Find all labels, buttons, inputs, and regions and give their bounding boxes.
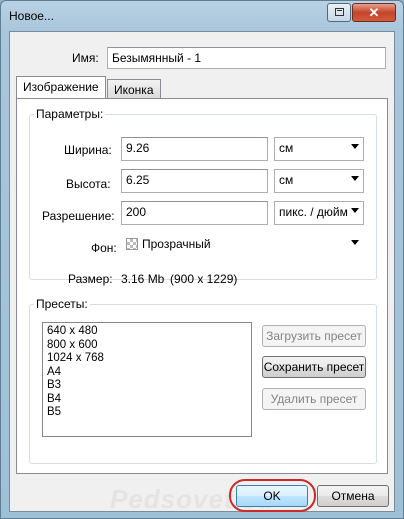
list-item[interactable]: A4 [47,366,247,380]
list-item[interactable]: B3 [47,379,247,393]
dialog-window: Новое... ✕ Имя: Безымянный - 1 Изображен… [0,0,404,519]
resolution-label: Разрешение: [42,209,115,223]
restore-icon [335,8,344,16]
dialog-body: Имя: Безымянный - 1 Изображение Иконка П… [9,31,395,514]
height-unit-select[interactable]: см [274,169,364,193]
size-value: 3.16 Mb [121,272,165,286]
width-input[interactable]: 9.26 [121,137,268,161]
tab-image[interactable]: Изображение [16,76,106,99]
background-value: Прозрачный [142,237,211,251]
background-label: Фон: [91,241,117,255]
close-icon: ✕ [368,5,380,20]
transparent-swatch-icon [126,238,138,250]
presets-group-title: Пресеты: [34,297,90,311]
list-item[interactable]: B4 [47,393,247,407]
list-item[interactable]: 800 x 600 [47,339,247,353]
width-label: Ширина: [64,143,112,157]
window-title: Новое... [9,9,54,23]
tab-panel: Параметры: Ширина: 9.26 см Высота: 6.25 … [16,98,388,474]
params-group-title: Параметры: [34,107,106,121]
cancel-button[interactable]: Отмена [317,485,389,507]
resolution-unit-select[interactable]: пикс. / дюйм [274,201,364,225]
width-unit-value: см [279,141,294,155]
chevron-down-icon [351,208,359,213]
load-preset-button[interactable]: Загрузить пресет [262,325,366,347]
list-item[interactable]: 1024 x 768 [47,352,247,366]
resolution-input[interactable]: 200 [121,201,268,225]
height-unit-value: см [279,173,294,187]
restore-button[interactable] [327,3,351,22]
close-button[interactable]: ✕ [352,3,396,22]
size-label: Размер: [68,272,113,286]
height-input[interactable]: 6.25 [121,169,268,193]
title-bar[interactable]: Новое... ✕ [1,1,403,31]
delete-preset-button[interactable]: Удалить пресет [262,388,366,410]
size-dims: (900 x 1229) [170,272,238,286]
list-item[interactable]: 640 x 480 [47,325,247,339]
width-unit-select[interactable]: см [274,137,364,161]
ok-button[interactable]: OK [236,485,308,507]
name-input[interactable]: Безымянный - 1 [107,47,386,69]
name-label: Имя: [72,51,99,65]
height-label: Высота: [66,177,111,191]
resolution-unit-value: пикс. / дюйм [279,205,348,219]
chevron-down-icon [351,144,359,149]
list-item[interactable]: B5 [47,406,247,420]
chevron-down-icon [351,240,359,245]
chevron-down-icon [351,176,359,181]
tab-icon[interactable]: Иконка [107,79,161,98]
presets-list[interactable]: 640 x 480 800 x 600 1024 x 768 A4 B3 B4 … [42,322,252,437]
save-preset-button[interactable]: Сохранить пресет [262,356,366,378]
background-select[interactable]: Прозрачный [121,233,364,257]
